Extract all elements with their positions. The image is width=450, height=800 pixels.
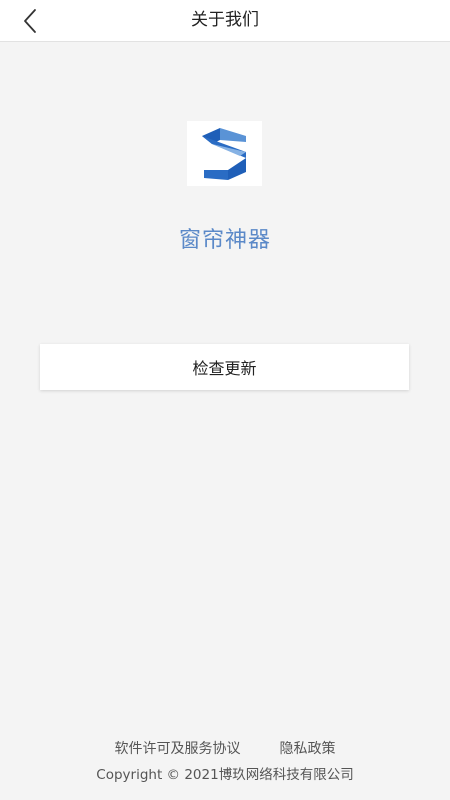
privacy-policy-link[interactable]: 隐私政策 xyxy=(279,738,335,758)
footer-links: 软件许可及服务协议 隐私政策 xyxy=(0,738,450,758)
chevron-left-icon xyxy=(24,9,36,33)
app-logo xyxy=(187,121,262,186)
back-button[interactable] xyxy=(14,4,48,38)
about-us-screen: 关于我们 窗帘神器 检查更新 软件许可及服务协议 隐私政策 Copyright … xyxy=(0,0,450,800)
check-update-button[interactable]: 检查更新 xyxy=(40,344,409,390)
top-bar: 关于我们 xyxy=(0,0,450,42)
license-agreement-link[interactable]: 软件许可及服务协议 xyxy=(115,738,241,758)
copyright-text: Copyright © 2021博玖网络科技有限公司 xyxy=(96,767,354,783)
app-name: 窗帘神器 xyxy=(178,228,271,253)
app-logo-s-icon xyxy=(201,127,246,180)
page-title: 关于我们 xyxy=(191,10,259,30)
